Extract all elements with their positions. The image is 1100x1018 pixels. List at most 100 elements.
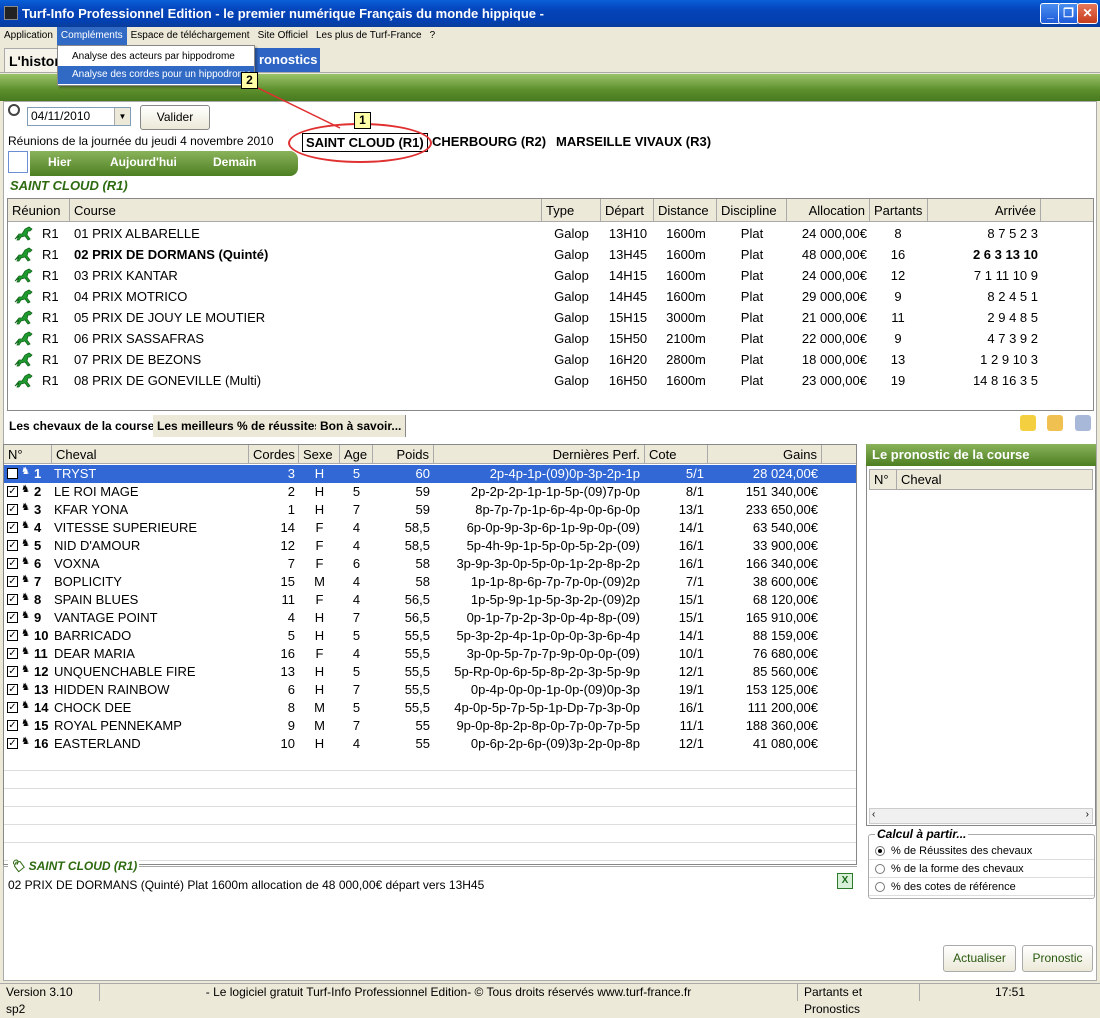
actualiser-button[interactable]: Actualiser [943, 945, 1016, 972]
pronostic-button[interactable]: Pronostic [1022, 945, 1093, 972]
checkbox[interactable]: ✓ [7, 630, 18, 641]
col-depart[interactable]: Départ [601, 199, 654, 222]
col-poids[interactable]: Poids [373, 445, 434, 464]
horse-row[interactable]: ✓ ♞ 5 NID D'AMOUR 12 F 4 58,5 5p-4h-9p-1p-5p-0p-… [4, 537, 856, 555]
valider-button[interactable]: Valider [140, 105, 210, 130]
horse-row[interactable]: ✓ ♞ 2 LE ROI MAGE 2 H 5 59 2p-2p-2p-1p-1p-5p-(09… [4, 483, 856, 501]
checkbox[interactable]: ✓ [7, 684, 18, 695]
horse-row[interactable]: ✓ ♞ 14 CHOCK DEE 8 M 5 55,5 4p-0p-5p-7p-5p-1p-Dp… [4, 699, 856, 717]
checkbox[interactable]: ✓ [7, 738, 18, 749]
col-reunion[interactable]: Réunion [8, 199, 70, 222]
horse-row[interactable]: ✓ ♞ 11 DEAR MARIA 16 F 4 55,5 3p-0p-5p-7p-7p-9p-… [4, 645, 856, 663]
col-type[interactable]: Type [542, 199, 601, 222]
tab-pronostics[interactable]: ronostics [255, 48, 320, 72]
horse-row[interactable]: ✓ ♞ 10 BARRICADO 5 H 5 55,5 5p-3p-2p-4p-1p-0p-0p… [4, 627, 856, 645]
col-cordes[interactable]: Cordes [249, 445, 299, 464]
col-age[interactable]: Age [340, 445, 373, 464]
race-row[interactable]: R1 03 PRIX KANTAR Galop 14H15 1600m Plat 24 00… [8, 265, 1093, 286]
horse-row[interactable]: ✓ ♞ 1 TRYST 3 H 5 60 2p-4p-1p-(09)0p-3p-2p-1p 5/1… [4, 465, 856, 483]
checkbox[interactable]: ✓ [7, 576, 18, 587]
day-hier[interactable]: Hier [48, 155, 71, 169]
race-row[interactable]: R1 02 PRIX DE DORMANS (Quinté) Galop 13H45 1… [8, 244, 1093, 265]
subtab-chevaux[interactable]: Les chevaux de la course [5, 415, 160, 437]
scroll-right-icon[interactable]: › [1086, 809, 1089, 820]
horse-row[interactable]: ✓ ♞ 7 BOPLICITY 15 M 4 58 1p-1p-8p-6p-7p-7p-0p-(… [4, 573, 856, 591]
horse-row[interactable]: ✓ ♞ 4 VITESSE SUPERIEURE 14 F 4 58,5 6p-0p-9p-3p… [4, 519, 856, 537]
race-row[interactable]: R1 07 PRIX DE BEZONS Galop 16H20 2800m Plat 18… [8, 349, 1093, 370]
col-partants[interactable]: Partants [870, 199, 928, 222]
menu-site-officiel[interactable]: Site Officiel [254, 27, 312, 45]
day-aujourdhui[interactable]: Aujourd'hui [110, 155, 177, 169]
horse-row[interactable]: ✓ ♞ 12 UNQUENCHABLE FIRE 13 H 5 55,5 5p-Rp-0p-6p… [4, 663, 856, 681]
horse-row[interactable]: ✓ ♞ 9 VANTAGE POINT 4 H 7 56,5 0p-1p-7p-2p-3p-0p… [4, 609, 856, 627]
race-row[interactable]: R1 01 PRIX ALBARELLE Galop 13H10 1600m Plat 24… [8, 223, 1093, 244]
horse-row[interactable]: ✓ ♞ 6 VOXNA 7 F 6 58 3p-9p-3p-0p-5p-0p-1p-2p-8p-… [4, 555, 856, 573]
col-discipline[interactable]: Discipline [717, 199, 787, 222]
horse-row[interactable]: ✓ ♞ 15 ROYAL PENNEKAMP 9 M 7 55 9p-0p-8p-2p-8p-0… [4, 717, 856, 735]
scroll-left-icon[interactable]: ‹ [872, 809, 875, 820]
maximize-icon[interactable]: ❐ [1058, 3, 1079, 24]
day-demain[interactable]: Demain [213, 155, 256, 169]
checkbox[interactable]: ✓ [7, 594, 18, 605]
checkbox[interactable]: ✓ [7, 702, 18, 713]
radio[interactable] [875, 882, 885, 892]
col-course[interactable]: Course [70, 199, 542, 222]
col-cote[interactable]: Cote Ref. [645, 445, 708, 481]
option-cotes[interactable]: % des cotes de référence [869, 878, 1094, 896]
checkbox[interactable]: ✓ [7, 468, 18, 479]
menu-plus-turf-france[interactable]: Les plus de Turf-France [312, 27, 426, 45]
horse-row[interactable]: ✓ ♞ 13 HIDDEN RAINBOW 6 H 7 55,5 0p-4p-0p-0p-1p-… [4, 681, 856, 699]
subtab-bon-a-savoir[interactable]: Bon à savoir... [316, 415, 407, 437]
option-forme[interactable]: % de la forme des chevaux [869, 860, 1094, 878]
jockey-icon: ♞ [21, 646, 30, 657]
folder-icon[interactable] [1047, 415, 1063, 431]
radio-selected[interactable] [875, 846, 885, 856]
option-reussites[interactable]: % de Réussites des chevaux [869, 842, 1094, 860]
copy-icon[interactable] [1075, 415, 1091, 431]
close-icon[interactable]: ✕ [1077, 3, 1098, 24]
col-perf[interactable]: Dernières Perf. [434, 445, 645, 464]
col-gains[interactable]: Gains [708, 445, 822, 464]
chevron-down-icon[interactable]: ▼ [114, 108, 130, 125]
race-row[interactable]: R1 08 PRIX DE GONEVILLE (Multi) Galop 16H50… [8, 370, 1093, 391]
prono-col-cheval[interactable]: Cheval [901, 470, 941, 489]
checkbox[interactable]: ✓ [7, 486, 18, 497]
subtab-reussites[interactable]: Les meilleurs % de réussites [153, 415, 327, 437]
prono-col-no[interactable]: N° [870, 470, 897, 489]
col-allocation[interactable]: Allocation [787, 199, 870, 222]
checkbox[interactable]: ✓ [7, 612, 18, 623]
menu-telechargement[interactable]: Espace de téléchargement [127, 27, 254, 45]
race-row[interactable]: R1 04 PRIX MOTRICO Galop 14H45 1600m Plat 29 0… [8, 286, 1093, 307]
horse-row[interactable]: ✓ ♞ 3 KFAR YONA 1 H 7 59 8p-7p-7p-1p-6p-4p-0p-6p… [4, 501, 856, 519]
checkbox[interactable]: ✓ [7, 648, 18, 659]
meeting-link-r2[interactable]: CHERBOURG (R2) [432, 134, 546, 149]
meeting-link-r3[interactable]: MARSEILLE VIVAUX (R3) [556, 134, 711, 149]
checkbox[interactable]: ✓ [7, 504, 18, 515]
col-arrivee[interactable]: Arrivée [928, 199, 1041, 222]
col-sexe[interactable]: Sexe [299, 445, 340, 464]
horse-row[interactable]: ✓ ♞ 8 SPAIN BLUES 11 F 4 56,5 1p-5p-9p-1p-5p-3p-… [4, 591, 856, 609]
horizontal-scrollbar[interactable]: ‹ › [869, 808, 1093, 824]
checkbox[interactable]: ✓ [7, 558, 18, 569]
col-no[interactable]: N° [4, 445, 52, 464]
tab-historique[interactable]: L'histori [4, 48, 58, 72]
checkbox[interactable]: ✓ [7, 540, 18, 551]
checkbox[interactable]: ✓ [7, 720, 18, 731]
checkbox[interactable]: ✓ [7, 666, 18, 677]
checkbox[interactable]: ✓ [7, 522, 18, 533]
menu-help[interactable]: ? [426, 27, 440, 45]
horse-age: 4 [352, 538, 361, 553]
menu-application[interactable]: Application [0, 27, 57, 45]
refresh-icon[interactable] [1020, 415, 1036, 431]
race-row[interactable]: R1 05 PRIX DE JOUY LE MOUTIER Galop 15H15 30… [8, 307, 1093, 328]
col-cheval[interactable]: Cheval [52, 445, 249, 464]
horse-row[interactable]: ✓ ♞ 16 EASTERLAND 10 H 4 55 0p-6p-2p-6p-(09)3p-2… [4, 735, 856, 753]
menu-complements[interactable]: Compléments [56, 27, 127, 45]
excel-icon[interactable]: X [837, 873, 853, 889]
menu-item-acteurs[interactable]: Analyse des acteurs par hippodrome [58, 48, 254, 66]
radio[interactable] [875, 864, 885, 874]
menu-item-cordes[interactable]: Analyse des cordes pour un hippodrome [58, 66, 254, 84]
calendar-icon[interactable] [8, 151, 28, 173]
col-distance[interactable]: Distance [654, 199, 717, 222]
race-row[interactable]: R1 06 PRIX SASSAFRAS Galop 15H50 2100m Plat 22… [8, 328, 1093, 349]
